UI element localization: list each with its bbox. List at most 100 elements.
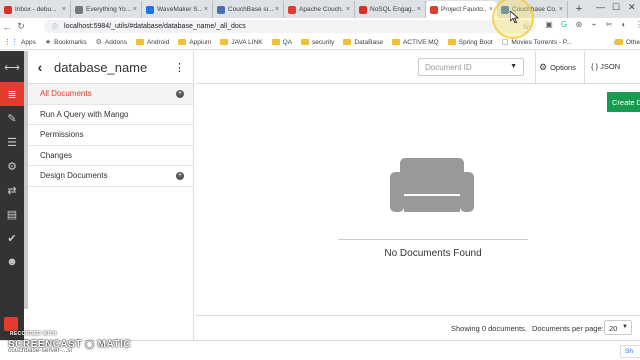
sidebar-item-label: Changes xyxy=(40,150,73,160)
bookmark-item[interactable]: security xyxy=(301,39,334,46)
bookmark-item[interactable]: ⋮⋮ Apps xyxy=(4,38,36,47)
bookmark-item[interactable]: ▢ Movies Torrents - P... xyxy=(501,38,572,47)
couch-icon xyxy=(390,158,474,212)
extension-icon[interactable]: ✂ xyxy=(604,20,614,29)
close-tab-icon[interactable]: × xyxy=(275,6,279,13)
sidebar-item-label: All Documents xyxy=(40,89,92,99)
close-tab-icon[interactable]: × xyxy=(62,6,66,13)
folder-icon xyxy=(220,39,229,45)
add-icon[interactable]: + xyxy=(176,90,184,98)
extension-icon[interactable]: ▣ xyxy=(544,20,554,29)
bookmark-item[interactable]: DataBase xyxy=(343,39,383,46)
bookmark-item[interactable]: JAVA LINK xyxy=(220,39,263,46)
extension-icon[interactable]: ⊛ xyxy=(574,20,584,29)
bookmark-item[interactable]: Spring Boot xyxy=(447,39,493,46)
address-bar[interactable]: ⓘ localhost:5984/_utils/#database/databa… xyxy=(44,20,536,33)
setup-icon[interactable]: ✎ xyxy=(0,106,24,130)
folder-icon xyxy=(447,39,456,45)
minimize-icon[interactable]: — xyxy=(596,2,605,12)
browser-tab[interactable]: WaveMaker S... × xyxy=(142,1,213,18)
extension-icon[interactable]: ⌁ xyxy=(589,20,599,29)
browser-tab[interactable]: CouchBase si... × xyxy=(213,1,284,18)
browser-tab[interactable]: Inbox - debu... × xyxy=(0,1,71,18)
sidebar-item-label: Design Documents xyxy=(40,171,108,181)
sidebar-item[interactable]: All Documents + xyxy=(28,84,193,105)
info-icon[interactable]: ⓘ xyxy=(52,22,58,31)
collapse-menu-icon[interactable]: ⟷ xyxy=(0,55,24,79)
per-page-select[interactable]: 20 ▼ xyxy=(604,320,632,335)
bookmark-item[interactable]: ★ Bookmarks xyxy=(45,38,87,47)
show-all-button[interactable]: Sh xyxy=(620,345,640,358)
browser-tab[interactable]: NoSQL Engag... × xyxy=(355,1,426,18)
profile-icon[interactable]: ◐ xyxy=(619,20,629,29)
favicon-icon xyxy=(359,5,367,14)
extension-icons: ▣ G ⊛ ⌁ ✂ ◐ ⋮ xyxy=(544,20,640,29)
favicon-icon xyxy=(217,5,225,14)
other-bookmarks[interactable]: Othe xyxy=(614,39,640,46)
browser-tab[interactable]: Everything Yo... × xyxy=(71,1,142,18)
folder-icon xyxy=(614,39,623,45)
menu-icon[interactable]: ⋮ xyxy=(634,20,640,29)
bookmark-item[interactable]: QA xyxy=(271,39,292,46)
bookmark-item[interactable]: Android xyxy=(135,39,169,46)
replication-icon[interactable]: ⇄ xyxy=(0,178,24,202)
divider xyxy=(584,51,585,84)
per-page-label: Documents per page: xyxy=(532,324,604,333)
page-icon: ▢ xyxy=(501,39,509,46)
sidebar-item[interactable]: Design Documents + xyxy=(28,166,193,187)
user-icon[interactable]: ☻ xyxy=(0,250,24,274)
bookmark-label: Bookmarks xyxy=(54,38,87,46)
favicon-icon xyxy=(430,5,438,14)
tab-title: Apache Couch... xyxy=(299,6,344,13)
new-tab-button[interactable]: + xyxy=(572,2,586,16)
docs-footer: Showing 0 documents. Documents per page:… xyxy=(195,315,640,340)
sidebar-item[interactable]: Run A Query with Mango xyxy=(28,105,193,125)
sidebar-nav-list: All Documents + Run A Query with Mango Perm… xyxy=(28,84,193,187)
gear-icon: ⚙ xyxy=(539,62,548,72)
docs-icon[interactable]: ▤ xyxy=(0,202,24,226)
folder-icon xyxy=(391,39,400,45)
add-icon[interactable]: + xyxy=(176,172,184,180)
favicon-icon xyxy=(75,5,83,14)
gear-icon: ⚙ xyxy=(95,39,102,46)
close-tab-icon[interactable]: × xyxy=(417,6,421,13)
chevron-left-icon[interactable]: ‹ xyxy=(30,59,50,75)
sidebar-header: ‹ database_name ⋮ xyxy=(28,51,193,84)
maximize-icon[interactable]: ☐ xyxy=(612,2,620,13)
close-tab-icon[interactable]: × xyxy=(346,6,350,13)
close-tab-icon[interactable]: × xyxy=(559,6,563,13)
empty-message: No Documents Found xyxy=(384,248,482,259)
create-document-button[interactable]: Create D xyxy=(607,92,640,112)
watermark-logo: SCREENCAST ◉ MATIC xyxy=(8,339,132,350)
bookmark-label: Addons xyxy=(104,38,127,46)
bookmark-item[interactable]: ⚙ Addons xyxy=(95,38,127,47)
config-icon[interactable]: ⚙ xyxy=(0,154,24,178)
verify-icon[interactable]: ✔ xyxy=(0,226,24,250)
bookmark-item[interactable]: ACTIVE MQ xyxy=(391,39,439,46)
document-id-select[interactable]: Document ID ▼ xyxy=(418,58,524,76)
document-count: Showing 0 documents. xyxy=(451,324,527,333)
sidebar-item[interactable]: Permissions xyxy=(28,125,193,146)
reload-icon[interactable]: ↻ xyxy=(14,21,28,32)
more-options-icon[interactable]: ⋮ xyxy=(174,61,185,74)
watermark-caption: RECORDED WITH xyxy=(10,331,57,337)
json-toggle-button[interactable]: { } JSON xyxy=(591,62,620,71)
bookmark-item[interactable]: Appium xyxy=(178,39,211,46)
active-tasks-icon[interactable]: ☰ xyxy=(0,130,24,154)
databases-icon[interactable]: ≣ xyxy=(0,82,24,106)
favicon-icon xyxy=(4,5,12,14)
sidebar-item[interactable]: Changes xyxy=(28,146,193,166)
browser-tab[interactable]: Project Fauxto... × xyxy=(426,1,497,18)
sidebar-item-label: Run A Query with Mango xyxy=(40,109,129,119)
close-tab-icon[interactable]: × xyxy=(133,6,137,13)
browser-tab[interactable]: Apache Couch... × xyxy=(284,1,355,18)
favicon-icon xyxy=(146,5,154,14)
grammarly-icon[interactable]: G xyxy=(559,20,569,29)
sidebar-item-label: Permissions xyxy=(40,130,84,140)
options-button[interactable]: ⚙ Options xyxy=(539,62,576,73)
back-icon[interactable]: ← xyxy=(0,22,14,32)
folder-icon xyxy=(343,39,352,45)
close-tab-icon[interactable]: × xyxy=(204,6,208,13)
close-window-icon[interactable]: ✕ xyxy=(628,2,636,13)
folder-icon xyxy=(135,39,144,45)
